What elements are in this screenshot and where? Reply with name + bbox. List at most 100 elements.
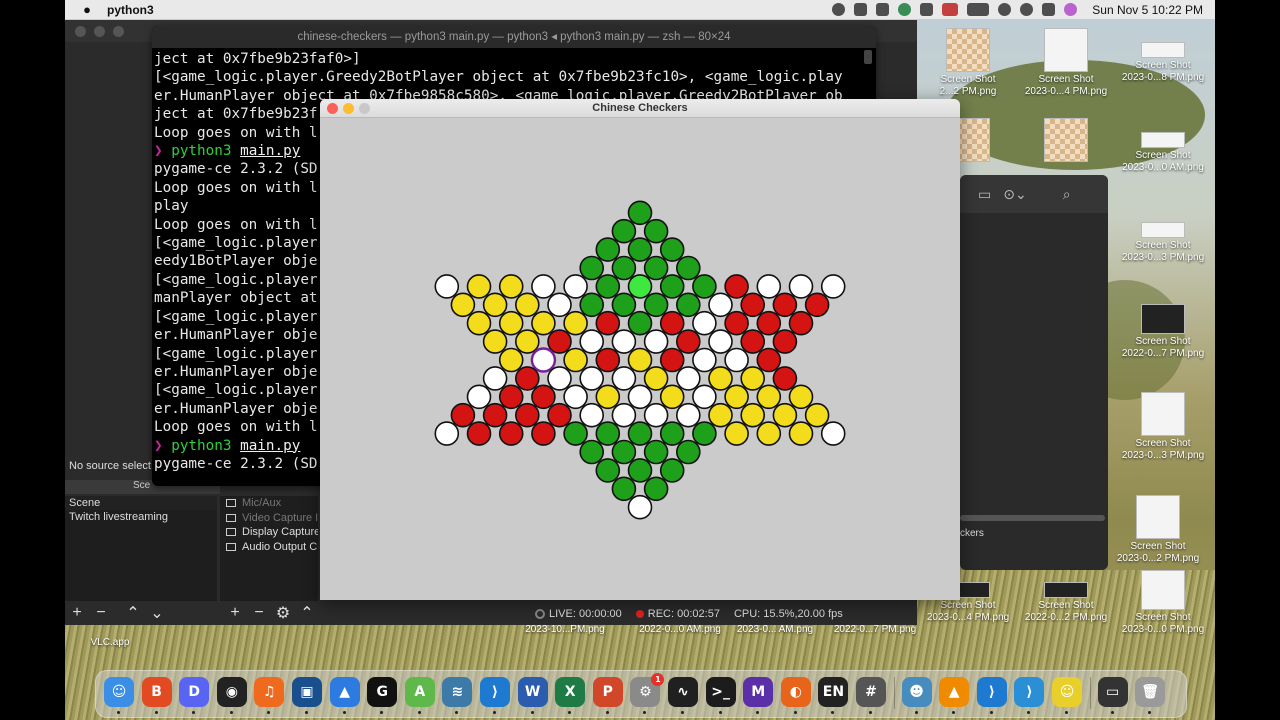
yellow-marble[interactable] <box>756 421 782 446</box>
green-marble[interactable] <box>627 310 653 336</box>
red-marble[interactable] <box>740 329 766 354</box>
board-hole[interactable] <box>563 274 588 299</box>
green-marble[interactable] <box>611 255 637 281</box>
bluetooth-icon[interactable] <box>920 3 934 16</box>
board-hole[interactable] <box>563 384 588 410</box>
flag-us-icon[interactable] <box>942 3 959 16</box>
yellow-marble[interactable] <box>498 274 524 299</box>
desktop-file-label[interactable]: 2022-0...7 PM.png <box>820 624 930 636</box>
red-marble[interactable] <box>772 292 798 318</box>
yellow-marble[interactable] <box>498 347 524 373</box>
yellow-marble[interactable] <box>515 329 540 354</box>
red-marble[interactable] <box>595 310 621 336</box>
muse-icon[interactable]: M <box>743 677 774 707</box>
move-down-button[interactable]: ⌄ <box>145 603 169 623</box>
android-icon[interactable]: A <box>404 677 435 707</box>
red-marble[interactable] <box>804 292 830 318</box>
apple-menu-icon[interactable]: ● <box>73 2 101 17</box>
sound-bars-icon[interactable] <box>854 3 868 16</box>
yellow-marble[interactable] <box>788 421 814 446</box>
red-marble[interactable] <box>788 310 814 336</box>
yellow-marble[interactable] <box>563 347 588 373</box>
desktop-file-label[interactable]: 2022-0...0 AM.png <box>625 624 735 636</box>
brave-icon[interactable]: B <box>141 677 172 707</box>
desktop-file-icon[interactable]: Screen Shot 2023-0...0 AM.png <box>1115 118 1211 174</box>
yellow-marble[interactable] <box>498 310 524 336</box>
red-marble[interactable] <box>659 347 685 373</box>
source-item[interactable]: Display Capture <box>220 525 318 540</box>
red-marble[interactable] <box>756 310 782 336</box>
green-marble[interactable] <box>643 292 669 318</box>
green-marble[interactable] <box>627 237 653 262</box>
remove-source-button[interactable]: − <box>247 604 271 622</box>
yellow-marble[interactable] <box>450 292 476 318</box>
board-hole[interactable] <box>611 366 637 391</box>
battery-icon[interactable] <box>967 3 990 16</box>
red-marble[interactable] <box>498 421 524 446</box>
red-marble[interactable] <box>595 347 621 373</box>
board-hole[interactable] <box>643 402 669 428</box>
board-hole[interactable] <box>643 329 669 354</box>
board-hole[interactable] <box>692 347 717 373</box>
desktop-file-icon[interactable]: Screen Shot 2023-0...8 PM.png <box>1115 28 1211 84</box>
green-marble[interactable] <box>595 274 621 299</box>
zoom-button[interactable] <box>359 103 370 114</box>
red-marble[interactable] <box>675 329 701 354</box>
selected-marble[interactable] <box>627 274 653 299</box>
close-button[interactable] <box>75 25 86 37</box>
yellow-marble[interactable] <box>724 421 749 446</box>
yellow-marble[interactable] <box>724 384 749 410</box>
green-marble[interactable] <box>595 237 621 262</box>
green-marble[interactable] <box>675 292 701 318</box>
logitech-g-icon[interactable]: G <box>367 677 398 707</box>
green-marble[interactable] <box>611 218 637 244</box>
red-marble[interactable] <box>466 421 492 446</box>
red-marble[interactable] <box>498 384 524 410</box>
source-item[interactable]: Mic/Aux <box>220 496 318 511</box>
menu-clock[interactable]: Sun Nov 5 10:22 PM <box>1092 3 1203 17</box>
yellow-marble[interactable] <box>515 292 540 318</box>
board-hole[interactable] <box>611 402 637 428</box>
firefox-icon[interactable]: ◐ <box>780 677 811 707</box>
green-marble[interactable] <box>579 292 605 318</box>
source-item[interactable]: Audio Output C <box>220 540 318 555</box>
more-icon[interactable]: ⊙⌄ <box>1003 186 1026 203</box>
godot-icon[interactable]: ☻ <box>901 677 932 707</box>
desktop-file-icon[interactable] <box>1018 118 1114 164</box>
green-marble[interactable] <box>643 439 669 465</box>
red-marble[interactable] <box>547 402 572 428</box>
desktop-file-icon[interactable]: Screen Shot 2...2 PM.png <box>920 28 1016 98</box>
terminal-icon[interactable]: >_ <box>705 677 736 707</box>
red-marble[interactable] <box>772 366 798 391</box>
vscode-icon[interactable]: ⟩ <box>480 677 510 707</box>
yellow-marble[interactable] <box>466 310 492 336</box>
green-marble[interactable] <box>611 476 637 502</box>
red-marble[interactable] <box>659 310 685 336</box>
red-marble[interactable] <box>515 366 540 391</box>
board-hole[interactable] <box>611 329 637 354</box>
yellow-marble[interactable] <box>740 402 766 428</box>
yellow-marble[interactable] <box>643 366 669 391</box>
desktop-file-icon[interactable]: Screen Shot 2023-0...3 PM.png <box>1115 208 1211 264</box>
minimize-button[interactable] <box>343 103 354 114</box>
menu-app-name[interactable]: python3 <box>107 3 154 17</box>
green-marble[interactable] <box>627 421 653 446</box>
vscode-insiders-icon[interactable]: ⟩ <box>1014 677 1045 707</box>
discord-icon[interactable]: D <box>179 677 210 707</box>
board-hole[interactable] <box>820 274 846 299</box>
yellow-marble[interactable] <box>708 402 733 428</box>
vlc-icon[interactable]: ▲ <box>939 677 970 707</box>
virtualbox-icon[interactable]: ▣ <box>292 677 322 707</box>
green-marble[interactable] <box>643 255 669 281</box>
board-hole[interactable] <box>434 421 460 446</box>
green-marble[interactable] <box>659 421 685 446</box>
board-hole[interactable] <box>692 384 717 410</box>
green-marble[interactable] <box>595 421 621 446</box>
search-icon[interactable] <box>1020 3 1034 16</box>
game-board[interactable] <box>320 119 960 599</box>
board-hole[interactable] <box>547 366 572 391</box>
word-icon[interactable]: W <box>517 677 548 707</box>
finder-scrollbar[interactable] <box>960 515 1105 521</box>
red-marble[interactable] <box>740 292 766 318</box>
board-hole[interactable] <box>434 274 460 299</box>
